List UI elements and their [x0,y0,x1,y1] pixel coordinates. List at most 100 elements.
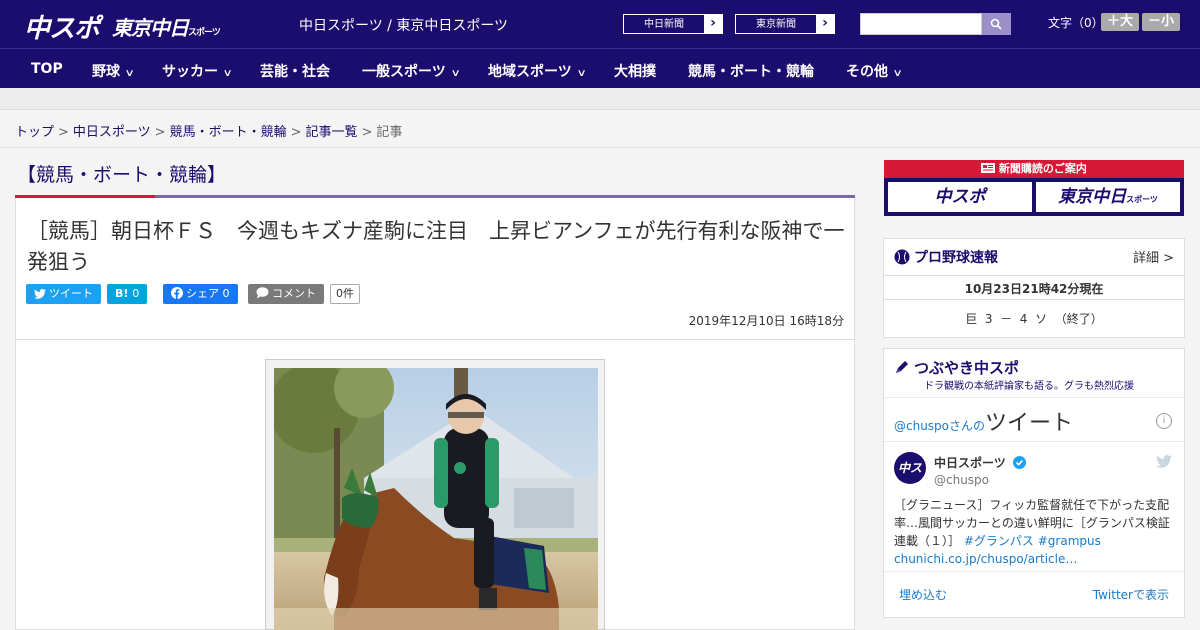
subscription-title-text: 新聞購読のご案内 [998,162,1087,175]
nav-item-soccer[interactable]: サッカー ∨ [162,61,233,81]
nav-label: サッカー [162,64,218,80]
subscription-title: 新聞購読のご案内 [884,160,1184,178]
breadcrumb-top[interactable]: トップ [15,125,54,140]
widget-divider [884,397,1184,398]
newspaper-icon [981,163,996,173]
nav-label: 大相撲 [614,64,656,80]
breadcrumb-chunichi-sports[interactable]: 中日スポーツ [73,125,151,140]
embed-link[interactable]: 埋め込む [899,586,947,603]
breadcrumb-separator: > [154,125,166,140]
chuspo-logo[interactable]: 中スポ [24,8,100,45]
nav-label: 芸能・社会 [260,64,330,80]
facebook-icon [171,287,183,299]
widget-divider [884,275,1184,276]
section-title: 【競馬・ボート・競輪】 [17,164,227,186]
main-nav: TOP 野球 ∨ サッカー ∨ 芸能・社会 一般スポーツ ∨ 地域スポーツ ∨ 大相撲 … [0,48,1200,88]
tweet-account-handle[interactable]: @chuspo [934,473,989,487]
tweet-handle-prefix[interactable]: @chuspoさんの [894,419,985,433]
horse-photo-illustration [274,368,598,630]
baseball-details-link[interactable]: 詳細 > [1133,247,1174,266]
font-larger-button[interactable]: ＋大 [1101,13,1139,31]
article-photo [274,368,598,630]
breadcrumb-article-list[interactable]: 記事一覧 [306,125,358,140]
hashtag-grampus-en[interactable]: #grampus [1038,534,1101,548]
nav-label: TOP [31,61,63,77]
subscription-banner[interactable]: 新聞購読のご案内 中スポ 東京中日スポーツ [884,160,1184,216]
chevron-down-icon: ∨ [222,68,233,79]
comment-button[interactable]: コメント [248,284,324,304]
breadcrumb-current: 記事 [376,125,403,140]
article-date: 2019年12月10日 16時18分 [688,314,844,328]
twitter-bird-icon[interactable] [1156,455,1172,468]
chevron-down-icon: ∨ [576,68,587,79]
font-size-label: 文字（0） [1048,16,1104,30]
nav-item-general-sports[interactable]: 一般スポーツ ∨ [362,61,461,81]
search-button[interactable] [982,13,1011,35]
twitter-widget: つぶやき中スポ ドラ観戦の本紙評論家も語る。グラも熱烈応援 @chuspoさんの… [883,348,1185,618]
chevron-down-icon: ∨ [892,68,903,79]
font-smaller-button[interactable]: －小 [1142,13,1180,31]
hatena-b-icon: B! [115,287,129,300]
breadcrumb-separator: > [58,125,69,140]
tokyo-chunichi-logo[interactable]: 東京中日スポーツ [112,12,221,41]
tweet-button[interactable]: ツイート [26,284,101,304]
speech-bubble-icon [256,287,269,299]
chunichi-shimbun-link[interactable]: 中日新聞 › [622,13,724,35]
ext-link-label: 中日新聞 [623,14,705,34]
tweet-link[interactable]: chunichi.co.jp/chuspo/article… [894,552,1077,566]
tweet-body: ［グラニュース］フィッカ監督就任で下がった支配率…風間サッカーとの違い鮮明に［グ… [894,496,1176,568]
baseball-score-widget: プロ野球速報 詳細 > 10月23日21時42分現在 巨 3 － 4 ソ （終了… [883,238,1185,338]
nav-label: 競馬・ボート・競輪 [688,64,814,80]
ext-link-label: 東京新聞 [735,14,817,34]
nav-item-sumo[interactable]: 大相撲 [614,61,656,81]
nav-item-racing[interactable]: 競馬・ボート・競輪 [688,61,814,81]
site-title[interactable]: 中日スポーツ / 東京中日スポーツ [299,15,508,35]
search-input[interactable] [860,13,982,35]
article-divider [15,339,855,340]
widget-divider [884,441,1184,442]
breadcrumb-racing[interactable]: 競馬・ボート・競輪 [170,125,287,140]
subscribe-tokyo-label: 東京中日 [1058,187,1127,207]
article-photo-frame [265,359,605,630]
baseball-score[interactable]: 巨 3 － 4 ソ （終了） [884,310,1184,327]
nav-label: 一般スポーツ [362,64,446,80]
nav-item-entertainment[interactable]: 芸能・社会 [260,61,330,81]
subscribe-chuspo-button[interactable]: 中スポ [888,182,1032,212]
chevron-right-icon: › [710,15,716,31]
nav-item-baseball[interactable]: 野球 ∨ [92,61,135,81]
baseball-widget-title: プロ野球速報 [894,247,998,267]
info-icon[interactable]: i [1156,413,1172,429]
nav-label: 野球 [92,64,120,80]
tweet-widget-title-text: つぶやき中スポ [914,359,1020,377]
view-on-twitter-link[interactable]: Twitterで表示 [1093,586,1169,603]
facebook-count: 0 [222,287,230,300]
nav-item-local-sports[interactable]: 地域スポーツ ∨ [488,61,587,81]
tokyo-shimbun-link[interactable]: 東京新聞 › [734,13,836,35]
subscribe-tokyo-chunichi-button[interactable]: 東京中日スポーツ [1036,182,1180,212]
twitter-bird-icon [34,289,46,299]
facebook-share-button[interactable]: シェア 0 [163,284,238,304]
nav-item-top[interactable]: TOP [31,61,63,77]
widget-divider [884,571,1184,572]
tweet-widget-title: つぶやき中スポ [894,357,1019,378]
nav-item-other[interactable]: その他 ∨ [846,61,903,81]
breadcrumb: トップ > 中日スポーツ > 競馬・ボート・競輪 > 記事一覧 > 記事 [0,110,1200,148]
subscribe-tokyo-sub: スポーツ [1126,195,1158,204]
hatena-bookmark-button[interactable]: B! 0 [107,284,148,304]
hatena-count: 0 [132,287,140,300]
avatar[interactable]: 中スポ [894,452,926,484]
comment-label: コメント [272,287,316,300]
pen-icon [896,361,908,373]
nav-label: その他 [846,64,888,80]
baseball-icon [894,249,910,265]
hashtag-grampus-jp[interactable]: #グランパス [964,534,1034,548]
top-header: 中スポ 東京中日スポーツ 中日スポーツ / 東京中日スポーツ 中日新聞 › 東京… [0,0,1200,48]
tokyo-logo-sub: スポーツ [188,28,221,38]
comment-count: 0件 [330,284,360,304]
breadcrumb-separator: > [361,125,373,140]
tweet-label: ツイート [49,287,93,300]
breadcrumb-separator: > [290,125,302,140]
tweet-account-name[interactable]: 中日スポーツ [934,454,1026,471]
nav-label: 地域スポーツ [488,64,572,80]
tweet-timeline-header: @chuspoさんのツイート [894,405,1073,437]
